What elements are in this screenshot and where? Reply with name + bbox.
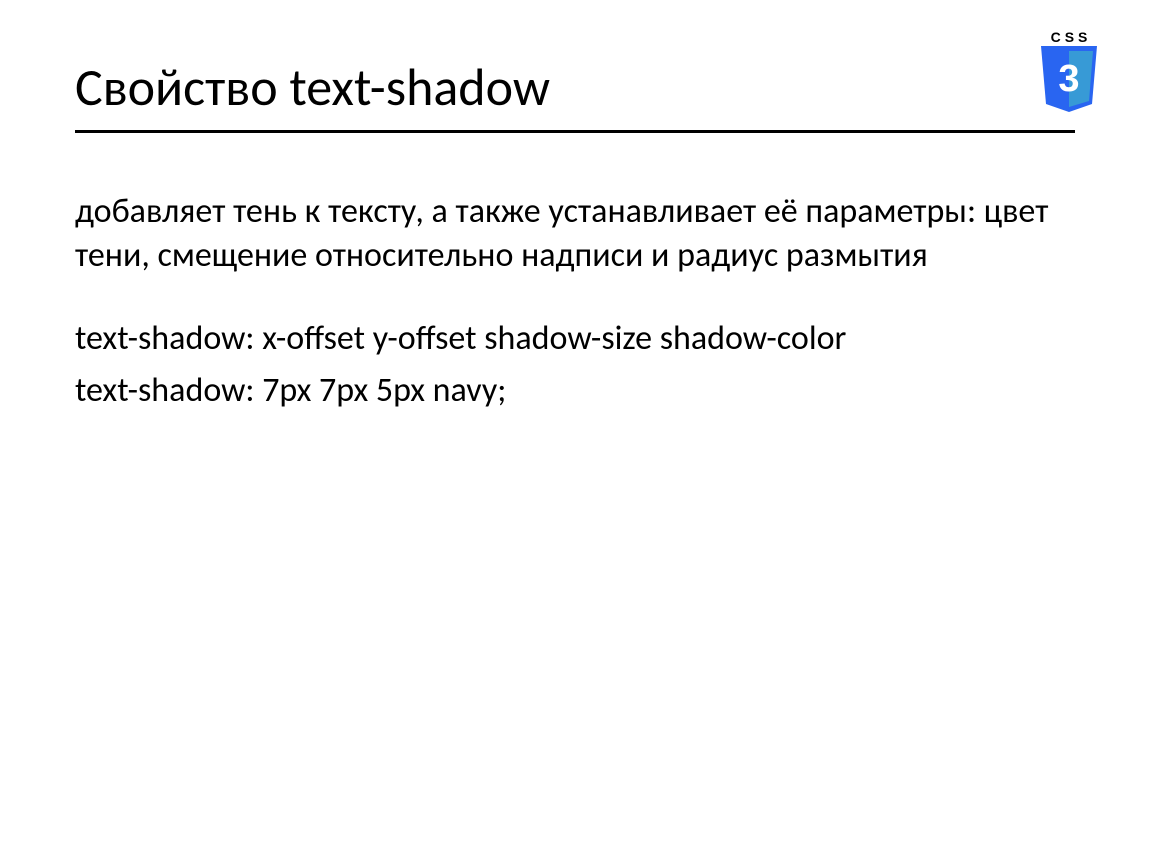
syntax-line: text-shadow: x-offset y-offset shadow-si… xyxy=(75,317,1060,361)
example-line: text-shadow: 7px 7px 5px navy; xyxy=(75,369,1060,413)
title-block: Свойство text-shadow xyxy=(75,58,1075,133)
title-underline xyxy=(75,130,1075,133)
slide: CSS 3 Свойство text-shadow добавляет тен… xyxy=(0,0,1150,864)
slide-title: Свойство text-shadow xyxy=(75,58,1075,118)
css3-logo-text: CSS xyxy=(1038,30,1100,44)
description-paragraph: добавляет тень к тексту, а также устанав… xyxy=(75,190,1060,277)
slide-body: добавляет тень к тексту, а также устанав… xyxy=(75,190,1060,452)
